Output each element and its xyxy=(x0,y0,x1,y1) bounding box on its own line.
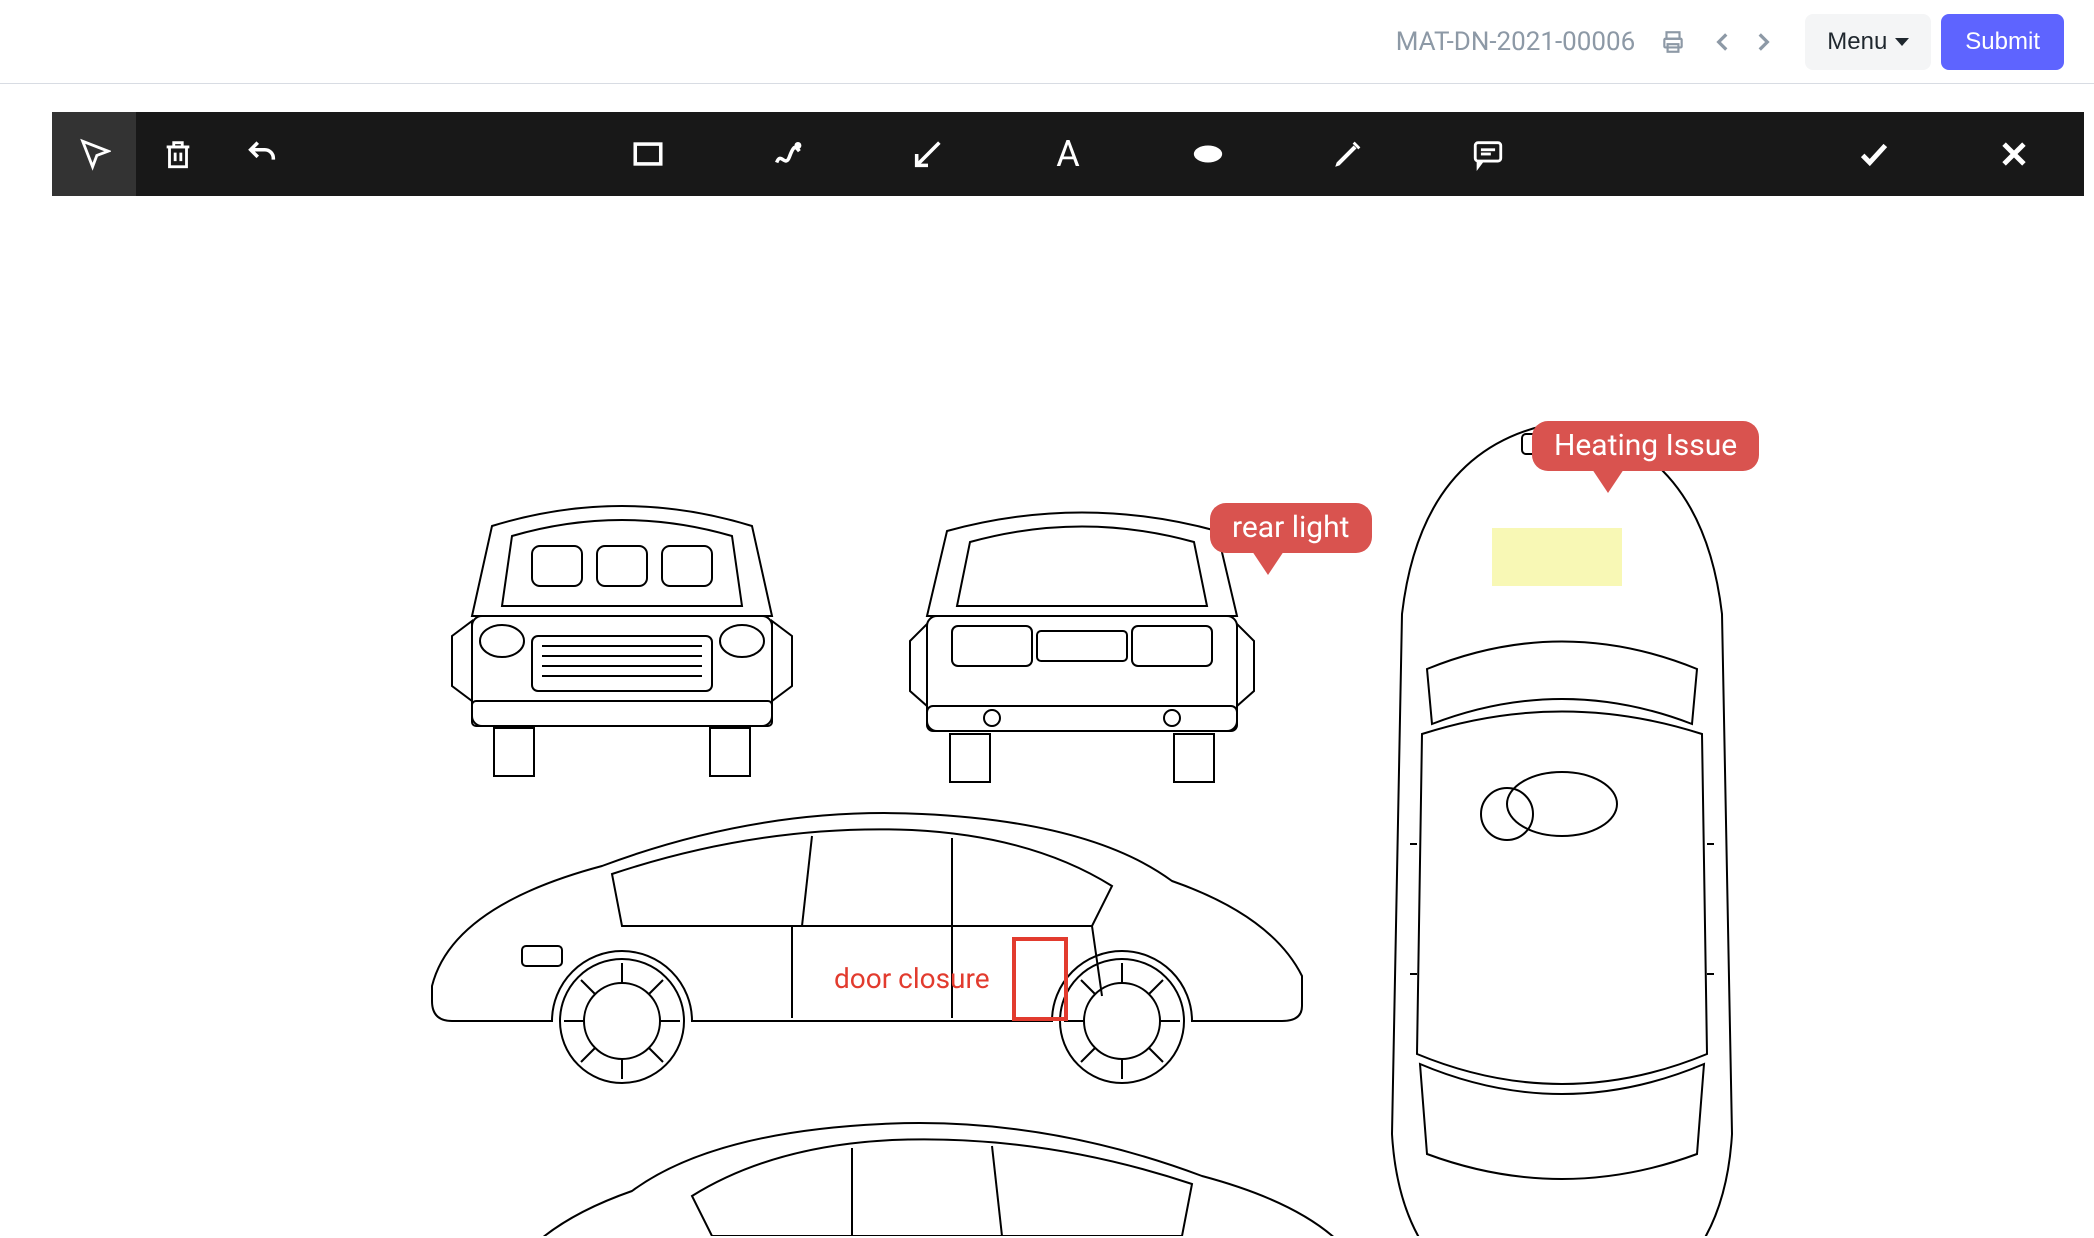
callout-label: Heating Issue xyxy=(1554,428,1737,463)
chevron-left-icon xyxy=(1710,29,1736,55)
trash-icon xyxy=(161,137,195,171)
printer-icon xyxy=(1660,29,1686,55)
chevron-right-icon xyxy=(1750,29,1776,55)
caret-down-icon xyxy=(1895,38,1909,46)
submit-button[interactable]: Submit xyxy=(1941,14,2064,70)
freehand-icon xyxy=(771,137,805,171)
car-side-view-alt xyxy=(472,1106,1412,1236)
menu-button[interactable]: Menu xyxy=(1805,14,1931,70)
highlighter-icon xyxy=(1331,137,1365,171)
rectangle-tool[interactable] xyxy=(606,112,690,196)
rectangle-icon xyxy=(631,137,665,171)
next-button[interactable] xyxy=(1743,22,1783,62)
page-header: MAT-DN-2021-00006 Menu Submit xyxy=(0,0,2094,84)
nav-arrows xyxy=(1703,22,1783,62)
cursor-icon xyxy=(77,137,111,171)
freehand-tool[interactable] xyxy=(746,112,830,196)
menu-label: Menu xyxy=(1827,28,1887,56)
text-annotation-door[interactable]: door closure xyxy=(834,962,990,995)
undo-tool[interactable] xyxy=(220,112,304,196)
cursor-tool[interactable] xyxy=(52,112,136,196)
ellipse-icon xyxy=(1191,137,1225,171)
comment-tool[interactable] xyxy=(1446,112,1530,196)
text-tool[interactable]: A xyxy=(1026,112,1110,196)
callout-rear-light[interactable]: rear light xyxy=(1210,503,1372,553)
callout-label: rear light xyxy=(1232,510,1350,545)
delete-tool[interactable] xyxy=(136,112,220,196)
print-button[interactable] xyxy=(1653,22,1693,62)
check-icon xyxy=(1857,137,1891,171)
confirm-button[interactable] xyxy=(1832,112,1916,196)
undo-icon xyxy=(245,137,279,171)
document-id: MAT-DN-2021-00006 xyxy=(1396,27,1636,57)
ellipse-tool[interactable] xyxy=(1166,112,1250,196)
cancel-button[interactable] xyxy=(1972,112,2056,196)
close-icon xyxy=(1997,137,2031,171)
annotation-toolbar: A xyxy=(52,112,2084,196)
drawing-canvas[interactable]: rear light Heating Issue door closure xyxy=(52,196,2084,1236)
canvas-wrap: A xyxy=(0,84,2094,1236)
car-side-view xyxy=(392,796,1332,1086)
arrow-icon xyxy=(911,137,945,171)
highlighter-tool[interactable] xyxy=(1306,112,1390,196)
callout-heating-issue[interactable]: Heating Issue xyxy=(1532,421,1759,471)
car-top-view xyxy=(1362,414,1762,1236)
comment-icon xyxy=(1471,137,1505,171)
car-front-view xyxy=(432,486,812,786)
arrow-tool[interactable] xyxy=(886,112,970,196)
text-icon: A xyxy=(1056,133,1079,175)
prev-button[interactable] xyxy=(1703,22,1743,62)
rect-annotation-door[interactable] xyxy=(1012,937,1068,1021)
